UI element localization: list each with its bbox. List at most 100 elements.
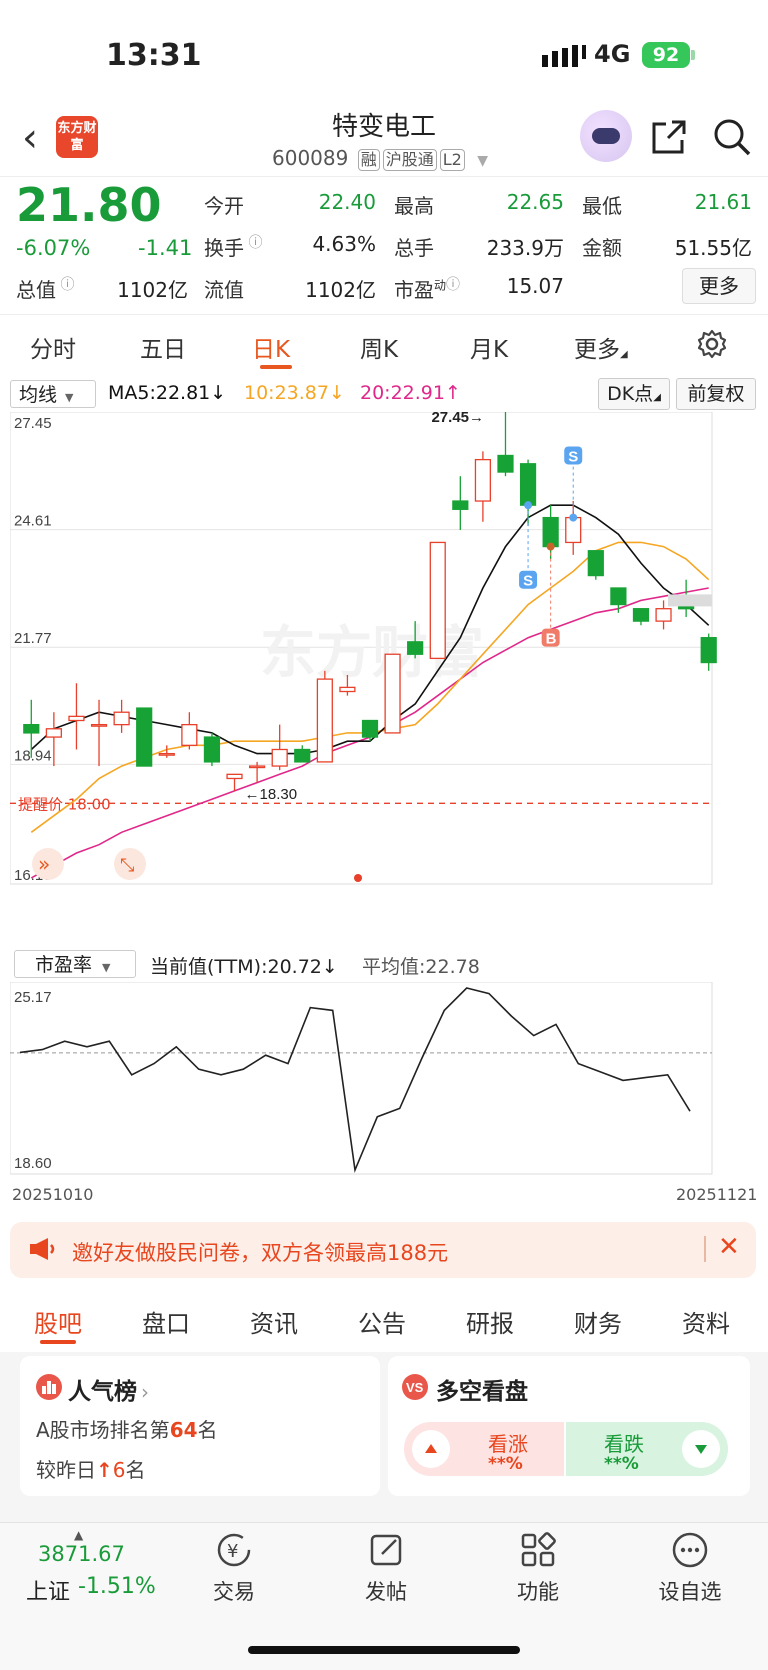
- mktcap-label: 总值 ⓘ: [16, 277, 75, 302]
- ma-select[interactable]: 均线 ▼: [10, 380, 96, 408]
- candle-body: [248, 765, 266, 769]
- margin-tag: 融: [357, 149, 380, 171]
- change-amount: -1.41: [138, 236, 193, 260]
- info-icon[interactable]: ⓘ: [244, 235, 262, 251]
- tab-guba[interactable]: 股吧: [34, 1304, 82, 1339]
- robot-face: [592, 128, 620, 144]
- stock-code-row[interactable]: 600089 融沪股通 L2 ▼: [272, 146, 488, 171]
- tab-intraday[interactable]: 分时: [30, 330, 76, 364]
- candle-body: [610, 587, 627, 606]
- share-icon[interactable]: [650, 118, 688, 160]
- settings-gear-icon[interactable]: [696, 328, 728, 364]
- tab-five-day[interactable]: 五日: [140, 330, 186, 364]
- mktcap-value: 1102亿: [117, 278, 188, 302]
- change-percent: -6.07%: [16, 236, 91, 260]
- up-triangle-icon: [412, 1430, 450, 1472]
- close-icon[interactable]: ✕: [718, 1232, 740, 1262]
- tab-finance[interactable]: 财务: [574, 1304, 622, 1339]
- index-value[interactable]: 3871.67: [38, 1542, 125, 1566]
- caret-down-icon: ▼: [477, 153, 488, 169]
- dk-point-button[interactable]: DK点◢: [598, 378, 670, 410]
- tab-monthly-k[interactable]: 月K: [470, 330, 508, 364]
- pe-select[interactable]: 市盈率 ▼: [14, 950, 136, 978]
- post-icon[interactable]: [366, 1530, 406, 1574]
- candle-body: [339, 686, 356, 693]
- divider: [0, 176, 768, 177]
- signal-label: S: [523, 573, 533, 590]
- more-dots-icon[interactable]: [670, 1530, 710, 1574]
- candle-body: [655, 608, 672, 622]
- last-price: 21.80: [16, 178, 162, 232]
- arrow-up-icon: ↑: [96, 1458, 113, 1482]
- banner-text[interactable]: 邀好友做股民问卷，双方各领最高188元: [72, 1237, 448, 1267]
- turnover-label: 换手 ⓘ: [204, 235, 263, 260]
- popularity-title[interactable]: 人气榜 ›: [68, 1372, 149, 1406]
- low-label: 最低: [582, 194, 622, 218]
- y-tick-label: 24.61: [14, 513, 52, 530]
- nav-post[interactable]: 发帖: [346, 1576, 426, 1606]
- corner-triangle-icon: ◢: [653, 392, 661, 403]
- ma20-value: 20:22.91↑: [360, 382, 461, 404]
- y-tick-label: 18.94: [14, 747, 52, 764]
- battery-icon: 92: [642, 42, 690, 68]
- high-value: 22.65: [506, 190, 564, 214]
- candle-body: [519, 463, 537, 506]
- float-value: 1102亿: [305, 278, 376, 302]
- price-indicator: [668, 594, 712, 607]
- nav-functions[interactable]: 功能: [498, 1576, 578, 1606]
- adjust-button[interactable]: 前复权: [676, 378, 756, 410]
- functions-icon[interactable]: [518, 1530, 558, 1574]
- min-price-label: ←18.30: [245, 786, 298, 803]
- svg-text:VS: VS: [406, 1380, 424, 1395]
- dropdown-caret-icon: ▼: [65, 391, 74, 404]
- candle-body: [429, 541, 446, 660]
- nav-add-watchlist[interactable]: 设自选: [650, 1576, 730, 1606]
- active-tab-indicator: [40, 1340, 76, 1344]
- signal-label: B: [546, 631, 557, 648]
- candle-body: [587, 550, 604, 577]
- search-icon[interactable]: [712, 117, 752, 161]
- x-end-date: 20251121: [676, 1185, 758, 1204]
- pe-line-chart[interactable]: 25.17 18.60: [10, 982, 756, 1182]
- x-start-date: 20251010: [12, 1185, 94, 1204]
- info-icon[interactable]: ⓘ: [56, 277, 74, 293]
- index-name[interactable]: 上证: [26, 1574, 70, 1606]
- tab-announcements[interactable]: 公告: [358, 1304, 406, 1339]
- signal-label: S: [568, 448, 578, 465]
- candle-body: [700, 637, 717, 664]
- signal-dot: [546, 542, 555, 551]
- rank-line: A股市场排名第64名: [36, 1418, 218, 1442]
- amount-value: 51.55亿: [674, 236, 752, 260]
- trade-icon[interactable]: ¥: [214, 1530, 254, 1574]
- more-button[interactable]: 更多: [682, 268, 756, 304]
- candle-body: [158, 752, 175, 756]
- bull-value: **%: [488, 1454, 523, 1474]
- nav-trade[interactable]: 交易: [194, 1576, 274, 1606]
- pe-label: 市盈动ⓘ: [394, 277, 461, 302]
- tab-profile[interactable]: 资料: [682, 1304, 730, 1339]
- tab-news[interactable]: 资讯: [250, 1304, 298, 1339]
- tab-more[interactable]: 更多◢: [574, 330, 628, 364]
- candle-body: [361, 719, 379, 738]
- tab-pankou[interactable]: 盘口: [142, 1304, 190, 1339]
- turnover-value: 4.63%: [312, 232, 376, 256]
- max-price-label: 27.45→: [431, 412, 484, 426]
- status-time: 13:31: [106, 38, 202, 73]
- candlestick-chart[interactable]: 27.4524.6121.7718.9416.10东方财富提醒价 18.0027…: [10, 412, 756, 944]
- low-value: 21.61: [694, 190, 752, 214]
- page-dot: [354, 874, 362, 882]
- tab-research[interactable]: 研报: [466, 1304, 514, 1339]
- pe-value: 15.07: [506, 274, 564, 298]
- index-pct[interactable]: -1.51%: [78, 1574, 156, 1599]
- candle-body: [497, 454, 514, 473]
- candle-body: [203, 736, 221, 763]
- y-tick-label: 25.17: [14, 989, 52, 1006]
- tab-daily-k[interactable]: 日K: [252, 330, 290, 364]
- tab-weekly-k[interactable]: 周K: [360, 330, 398, 364]
- amount-label: 金额: [582, 236, 622, 260]
- candle-body: [384, 653, 401, 734]
- double-chevron-icon: »: [38, 852, 50, 876]
- bear-value: **%: [604, 1454, 639, 1474]
- candle-body: [407, 641, 424, 655]
- info-icon[interactable]: ⓘ: [446, 277, 460, 293]
